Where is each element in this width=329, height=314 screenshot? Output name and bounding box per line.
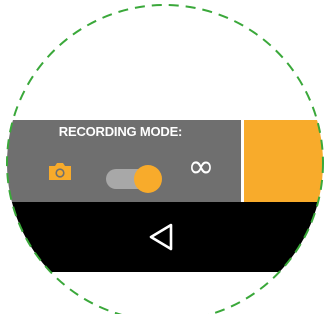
recording-mode-panel: RECORDING MODE: ∞ <box>0 120 241 202</box>
zoomed-screenshot: RECORDING MODE: ∞ <box>0 0 329 314</box>
infinity-icon[interactable]: ∞ <box>182 150 220 182</box>
back-triangle-icon[interactable] <box>144 220 178 254</box>
camera-icon[interactable] <box>47 161 73 181</box>
recording-mode-toggle[interactable] <box>106 165 162 193</box>
recording-mode-title: RECORDING MODE: <box>58 124 183 139</box>
content-area <box>0 0 329 120</box>
accent-block[interactable] <box>244 120 329 202</box>
toggle-knob[interactable] <box>134 165 162 193</box>
phone-screen: RECORDING MODE: ∞ <box>0 0 329 314</box>
navigation-bar <box>0 202 329 272</box>
